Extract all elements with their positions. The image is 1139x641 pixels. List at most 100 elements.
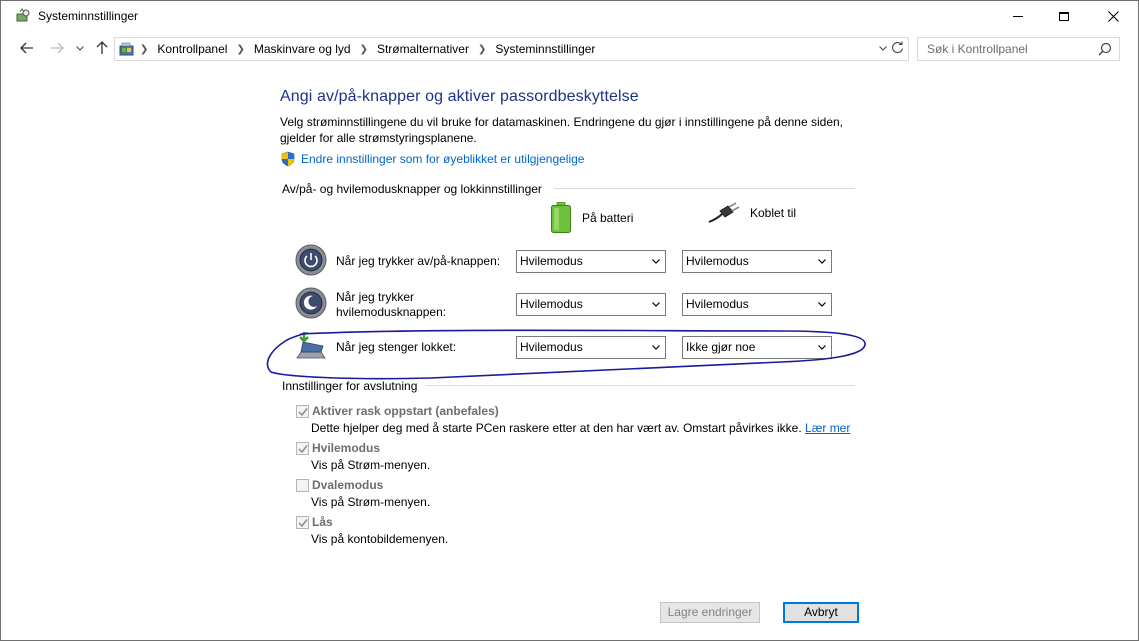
address-bar[interactable]: ❯ Kontrollpanel ❯ Maskinvare og lyd ❯ St… bbox=[114, 37, 909, 61]
fast-startup-description: Dette hjelper deg med å starte PCen rask… bbox=[311, 421, 850, 435]
maximize-button[interactable] bbox=[1041, 1, 1087, 32]
hibernate-checkbox[interactable] bbox=[296, 479, 309, 492]
refresh-button[interactable] bbox=[890, 41, 905, 56]
back-arrow-icon bbox=[20, 42, 33, 54]
lock-option-description: Vis på kontobildemenyen. bbox=[311, 532, 449, 546]
fast-startup-checkbox[interactable] bbox=[296, 405, 309, 418]
checkmark-icon bbox=[298, 519, 308, 528]
back-button[interactable] bbox=[17, 38, 37, 58]
learn-more-link[interactable]: Lær mer bbox=[805, 421, 850, 435]
checkmark-icon bbox=[298, 445, 308, 454]
minimize-button[interactable] bbox=[995, 1, 1041, 32]
power-plug-icon bbox=[708, 202, 740, 223]
sleep-option-label: Hvilemodus bbox=[312, 441, 381, 455]
chevron-down-icon bbox=[652, 302, 660, 307]
save-changes-button[interactable]: Lagre endringer bbox=[660, 602, 760, 623]
checkmark-icon bbox=[298, 408, 308, 417]
shutdown-section-title: Innstillinger for avslutning bbox=[282, 379, 418, 393]
sleep-option[interactable]: Hvilemodus bbox=[296, 441, 380, 455]
fast-startup-label: Aktiver rask oppstart (anbefales) bbox=[312, 404, 499, 418]
sleep-button-label: Når jeg trykker hvilemodusknappen: bbox=[336, 290, 446, 320]
close-icon bbox=[1107, 11, 1119, 22]
fast-startup-option[interactable]: Aktiver rask oppstart (anbefales) bbox=[296, 404, 499, 418]
cancel-button[interactable]: Avbryt bbox=[783, 602, 859, 623]
chevron-down-icon bbox=[879, 46, 887, 51]
sleep-button-label-line2: hvilemodusknappen: bbox=[336, 305, 447, 319]
breadcrumb-item-stromalternativer[interactable]: Strømalternativer bbox=[377, 42, 469, 56]
chevron-down-icon bbox=[818, 259, 826, 264]
sleep-button-icon bbox=[295, 287, 327, 319]
breadcrumb-separator-icon[interactable]: ❯ bbox=[236, 44, 244, 55]
select-value: Hvilemodus bbox=[520, 340, 583, 354]
up-button[interactable] bbox=[92, 38, 112, 58]
control-panel-icon bbox=[119, 42, 134, 56]
navigation-bar: ❯ Kontrollpanel ❯ Maskinvare og lyd ❯ St… bbox=[1, 32, 1138, 64]
search-input[interactable] bbox=[918, 38, 1098, 60]
chevron-down-icon bbox=[818, 302, 826, 307]
forward-arrow-icon bbox=[51, 42, 64, 54]
power-options-icon bbox=[16, 8, 30, 22]
recent-locations-button[interactable] bbox=[73, 38, 87, 58]
laptop-lid-icon bbox=[296, 332, 326, 359]
power-section-title: Av/på- og hvilemodusknapper og lokkinnst… bbox=[282, 182, 542, 196]
lid-close-battery-select[interactable]: Hvilemodus bbox=[516, 336, 666, 359]
select-value: Ikke gjør noe bbox=[686, 340, 756, 354]
battery-icon bbox=[551, 202, 571, 233]
power-button-label: Når jeg trykker av/på-knappen: bbox=[336, 254, 501, 268]
sleep-checkbox[interactable] bbox=[296, 442, 309, 455]
page-description: Velg strøminnstillingene du vil bruke fo… bbox=[280, 115, 843, 145]
breadcrumb-item-systeminnstillinger[interactable]: Systeminnstillinger bbox=[495, 42, 595, 56]
breadcrumb-separator-icon[interactable]: ❯ bbox=[478, 44, 486, 55]
breadcrumb-item-maskinvare[interactable]: Maskinvare og lyd bbox=[254, 42, 351, 56]
chevron-down-icon bbox=[652, 259, 660, 264]
power-button-icon bbox=[295, 244, 327, 276]
lock-checkbox[interactable] bbox=[296, 516, 309, 529]
fast-startup-description-text: Dette hjelper deg med å starte PCen rask… bbox=[311, 421, 802, 435]
minimize-icon bbox=[1013, 16, 1023, 17]
sleep-button-battery-select[interactable]: Hvilemodus bbox=[516, 293, 666, 316]
breadcrumb-separator-icon[interactable]: ❯ bbox=[360, 44, 368, 55]
search-icon[interactable] bbox=[1098, 42, 1112, 56]
settings-window: Systeminnstillinger ❯ Kontrollpanel ❯ Ma… bbox=[0, 0, 1139, 641]
maximize-icon bbox=[1059, 12, 1069, 21]
search-box[interactable] bbox=[917, 37, 1120, 61]
battery-column-header: På batteri bbox=[550, 202, 633, 234]
select-value: Hvilemodus bbox=[686, 297, 749, 311]
select-value: Hvilemodus bbox=[686, 254, 749, 268]
chevron-down-icon bbox=[76, 45, 84, 51]
section-divider bbox=[426, 385, 855, 386]
main-content: Angi av/på-knapper og aktiver passordbes… bbox=[1, 64, 1138, 640]
battery-column-label: På batteri bbox=[582, 211, 634, 225]
lock-option[interactable]: Lås bbox=[296, 515, 333, 529]
section-divider bbox=[554, 188, 855, 189]
sleep-button-plugged-select[interactable]: Hvilemodus bbox=[682, 293, 832, 316]
hibernate-option[interactable]: Dvalemodus bbox=[296, 478, 383, 492]
sleep-option-description: Vis på Strøm-menyen. bbox=[311, 458, 431, 472]
page-title: Angi av/på-knapper og aktiver passordbes… bbox=[280, 88, 639, 105]
title-bar: Systeminnstillinger bbox=[1, 1, 1138, 32]
change-unavailable-settings[interactable]: Endre innstillinger som for øyeblikket e… bbox=[280, 151, 584, 167]
close-button[interactable] bbox=[1087, 1, 1139, 32]
hibernate-option-description: Vis på Strøm-menyen. bbox=[311, 495, 431, 509]
sleep-button-label-line1: Når jeg trykker bbox=[336, 290, 415, 304]
breadcrumb: ❯ Kontrollpanel ❯ Maskinvare og lyd ❯ St… bbox=[140, 42, 595, 56]
power-button-plugged-select[interactable]: Hvilemodus bbox=[682, 250, 832, 273]
lock-option-label: Lås bbox=[312, 515, 333, 529]
up-arrow-icon bbox=[96, 41, 108, 54]
change-settings-link[interactable]: Endre innstillinger som for øyeblikket e… bbox=[301, 152, 584, 166]
address-history-button[interactable] bbox=[879, 43, 887, 53]
lid-close-label: Når jeg stenger lokket: bbox=[336, 340, 457, 354]
select-value: Hvilemodus bbox=[520, 297, 583, 311]
forward-button[interactable] bbox=[47, 38, 67, 58]
plugged-in-column-label: Koblet til bbox=[750, 206, 797, 220]
lid-close-plugged-select[interactable]: Ikke gjør noe bbox=[682, 336, 832, 359]
refresh-icon bbox=[892, 41, 904, 54]
breadcrumb-separator-icon[interactable]: ❯ bbox=[140, 44, 148, 55]
select-value: Hvilemodus bbox=[520, 254, 583, 268]
power-button-battery-select[interactable]: Hvilemodus bbox=[516, 250, 666, 273]
breadcrumb-item-kontrollpanel[interactable]: Kontrollpanel bbox=[157, 42, 227, 56]
plugged-in-column-header: Koblet til bbox=[708, 202, 796, 224]
chevron-down-icon bbox=[818, 345, 826, 350]
uac-shield-icon bbox=[281, 151, 295, 167]
chevron-down-icon bbox=[652, 345, 660, 350]
